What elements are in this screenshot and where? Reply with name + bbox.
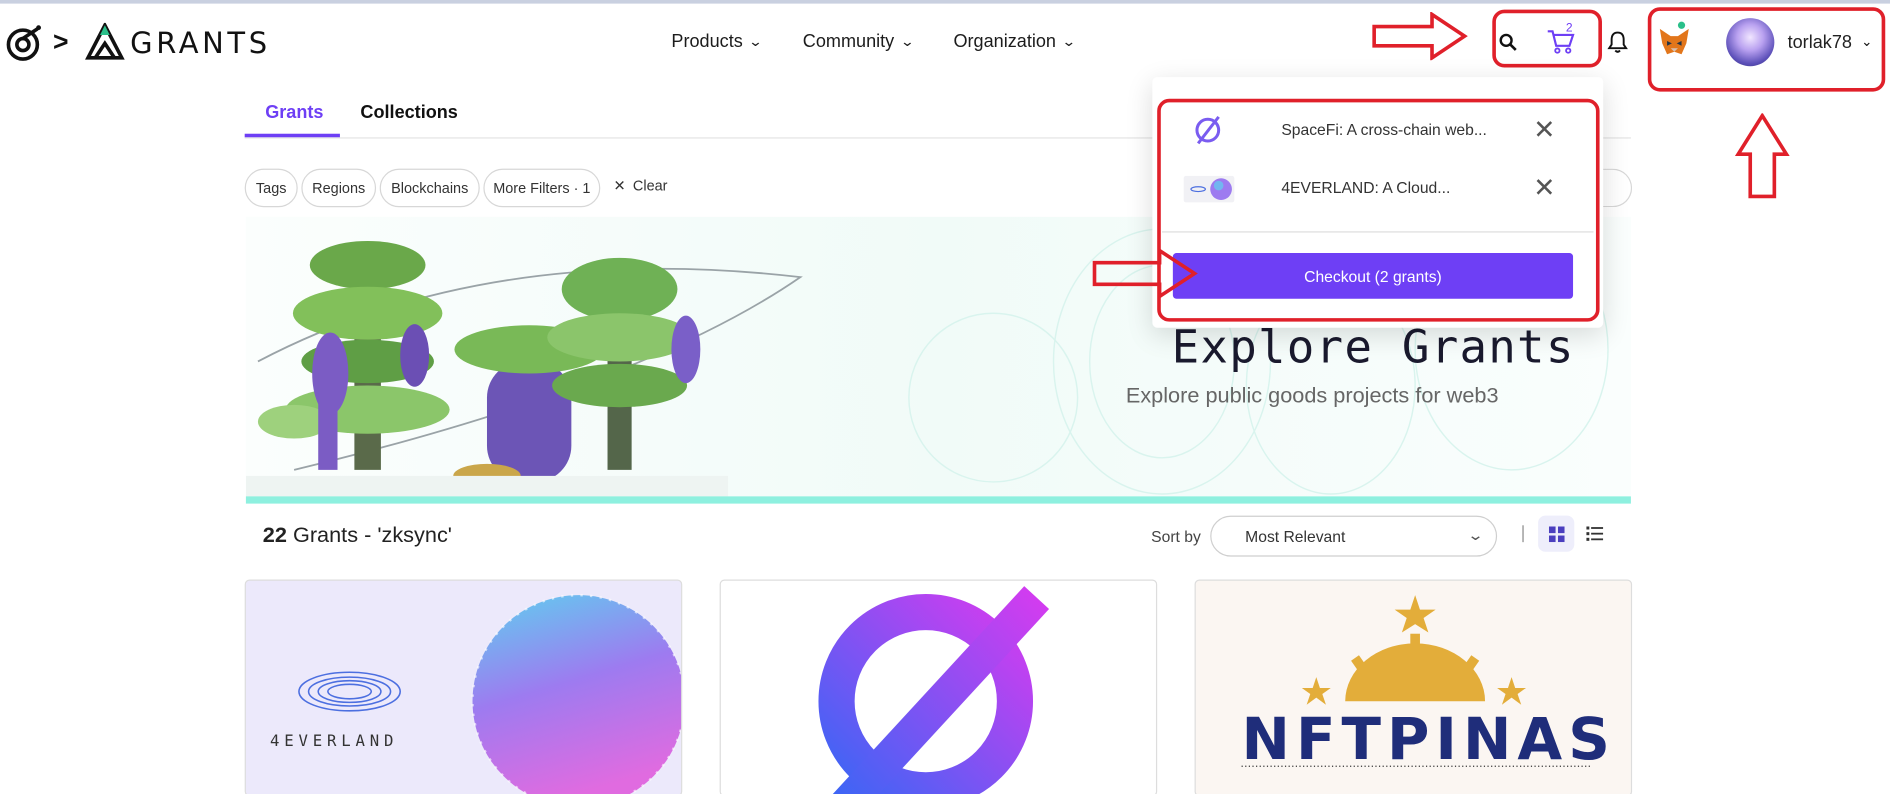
list-icon <box>1586 526 1604 541</box>
breadcrumb-separator: > <box>53 26 69 57</box>
results-label: Grants - 'zksync' <box>286 522 452 547</box>
clear-filters-label: Clear <box>632 177 668 194</box>
filter-blockchains[interactable]: Blockchains <box>379 168 480 208</box>
hero-subtitle: Explore public goods projects for web3 <box>1125 383 1499 408</box>
annotation-box-cart <box>1492 9 1602 68</box>
banner-accent-strip <box>245 496 1631 504</box>
grant-card-spacefi[interactable] <box>719 579 1158 794</box>
notifications-button[interactable] <box>1604 29 1631 56</box>
nav-products[interactable]: Products ⌄ <box>671 31 763 52</box>
hero-title: Explore Grants <box>1171 320 1575 374</box>
results-heading: 22 Grants - 'zksync' <box>263 523 452 548</box>
nftpinas-logo-image: NFTPINAS <box>1242 595 1616 773</box>
nav-community[interactable]: Community ⌄ <box>802 31 915 52</box>
nftpinas-logo-text: NFTPINAS <box>1242 705 1616 773</box>
chevron-down-icon: ⌄ <box>1061 34 1077 50</box>
filter-regions[interactable]: Regions <box>301 168 377 208</box>
spacefi-logo-image <box>818 586 1050 794</box>
sort-select[interactable]: Most Relevant ⌄ <box>1210 515 1498 557</box>
annotation-arrow-right <box>1092 248 1198 299</box>
annotation-arrow-up <box>1734 113 1790 199</box>
bell-icon <box>1607 31 1628 53</box>
tab-grants[interactable]: Grants <box>265 102 323 122</box>
chevron-down-icon: ⌄ <box>748 34 763 50</box>
tab-collections[interactable]: Collections <box>360 102 457 122</box>
annotation-box-account <box>1647 7 1886 92</box>
list-view-button[interactable] <box>1577 516 1613 552</box>
annotation-box-cart-dropdown <box>1157 98 1600 322</box>
4everland-logo-text: 4EVERLAND <box>270 731 398 750</box>
results-count: 22 <box>262 522 287 547</box>
grid-icon <box>1548 525 1565 542</box>
chevron-down-icon: ⌄ <box>1466 526 1484 544</box>
brand-wordmark[interactable]: GRANTS <box>130 27 271 61</box>
top-border <box>0 0 1890 4</box>
close-icon: ✕ <box>613 177 626 194</box>
view-divider <box>1522 525 1524 543</box>
grant-card-nftpinas[interactable]: NFTPINAS <box>1194 579 1633 794</box>
filter-more[interactable]: More Filters · 1 <box>483 168 601 208</box>
sort-value: Most Relevant <box>1245 527 1346 546</box>
clear-filters-button[interactable]: ✕ Clear <box>614 177 668 194</box>
filter-tags[interactable]: Tags <box>244 168 298 208</box>
grant-card-4everland[interactable]: 4EVERLAND <box>244 579 683 794</box>
nav-organization-label: Organization <box>953 31 1057 52</box>
grid-view-button[interactable] <box>1538 515 1575 552</box>
grants-logo-icon[interactable] <box>84 22 125 62</box>
chevron-down-icon: ⌄ <box>899 34 915 50</box>
nav-community-label: Community <box>802 31 895 52</box>
sort-label: Sort by <box>1151 527 1201 546</box>
4everland-logo-image: 4EVERLAND <box>270 593 682 794</box>
nav-organization[interactable]: Organization ⌄ <box>953 31 1077 52</box>
nav-products-label: Products <box>671 31 743 52</box>
gitcoin-logo-icon[interactable] <box>5 22 44 63</box>
annotation-arrow-right <box>1372 12 1468 61</box>
